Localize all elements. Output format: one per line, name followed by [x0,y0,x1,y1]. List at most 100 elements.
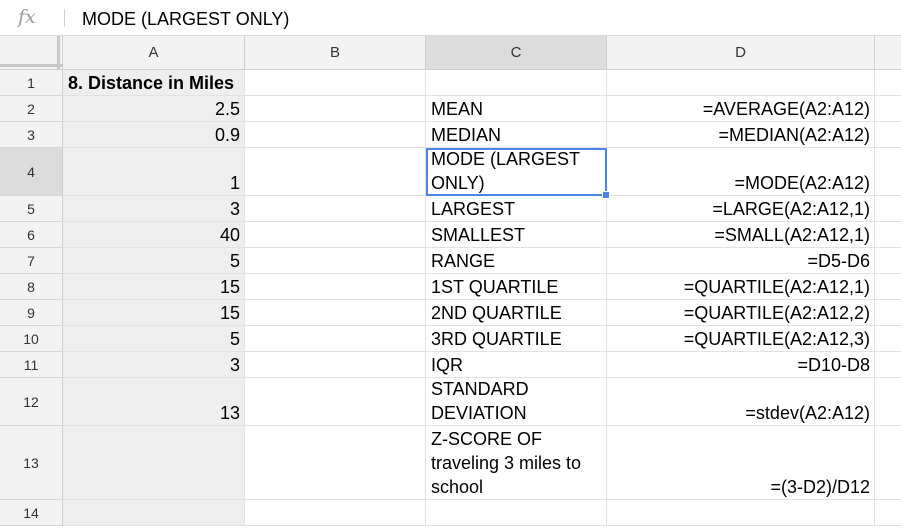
cell-b5[interactable] [245,196,426,222]
cell-d8[interactable]: =QUARTILE(A2:A12,1) [607,274,875,300]
cell-a13[interactable] [63,426,245,500]
cell-a10[interactable]: 5 [63,326,245,352]
row-header-14[interactable]: 14 [0,500,63,526]
cell-e11[interactable] [875,352,901,378]
cell-c4[interactable]: MODE (LARGEST ONLY) [426,148,607,196]
cell-a2[interactable]: 2.5 [63,96,245,122]
row-header-1[interactable]: 1 [0,70,63,96]
cell-e4[interactable] [875,148,901,196]
cell-d4[interactable]: =MODE(A2:A12) [607,148,875,196]
cell-d2[interactable]: =AVERAGE(A2:A12) [607,96,875,122]
cell-d3[interactable]: =MEDIAN(A2:A12) [607,122,875,148]
row-header-5[interactable]: 5 [0,196,63,222]
cell-e5[interactable] [875,196,901,222]
row-header-11[interactable]: 11 [0,352,63,378]
column-header-b[interactable]: B [245,36,426,70]
cell-a8[interactable]: 15 [63,274,245,300]
cell-e3[interactable] [875,122,901,148]
cell-a12[interactable]: 13 [63,378,245,426]
cell-b6[interactable] [245,222,426,248]
cell-c9[interactable]: 2ND QUARTILE [426,300,607,326]
row-header-3[interactable]: 3 [0,122,63,148]
row-header-7[interactable]: 7 [0,248,63,274]
cell-c6[interactable]: SMALLEST [426,222,607,248]
cell-c11[interactable]: IQR [426,352,607,378]
cell-c13-value: Z-SCORE OF traveling 3 miles to school [431,429,582,497]
cell-e12[interactable] [875,378,901,426]
column-header-a[interactable]: A [63,36,245,70]
column-header-e[interactable] [875,36,901,70]
cell-e1[interactable] [875,70,901,96]
cell-d7[interactable]: =D5-D6 [607,248,875,274]
cell-d9[interactable]: =QUARTILE(A2:A12,2) [607,300,875,326]
cell-b8[interactable] [245,274,426,300]
cell-a1[interactable]: 8. Distance in Miles [63,70,245,96]
cell-a7[interactable]: 5 [63,248,245,274]
cell-b4[interactable] [245,148,426,196]
cell-d9-value: =QUARTILE(A2:A12,2) [683,303,870,323]
cell-c13[interactable]: Z-SCORE OF traveling 3 miles to school [426,426,607,500]
cell-d1[interactable] [607,70,875,96]
cell-b1[interactable] [245,70,426,96]
cell-a9[interactable]: 15 [63,300,245,326]
cell-e7[interactable] [875,248,901,274]
cell-d10[interactable]: =QUARTILE(A2:A12,3) [607,326,875,352]
cell-e6[interactable] [875,222,901,248]
cell-a4[interactable]: 1 [63,148,245,196]
row-header-9[interactable]: 9 [0,300,63,326]
cell-d12[interactable]: =stdev(A2:A12) [607,378,875,426]
cell-a14[interactable] [63,500,245,526]
cell-b12[interactable] [245,378,426,426]
cell-b13[interactable] [245,426,426,500]
cell-b10[interactable] [245,326,426,352]
row-header-8[interactable]: 8 [0,274,63,300]
fill-handle[interactable] [602,191,610,199]
column-header-c[interactable]: C [426,36,607,70]
cell-c3[interactable]: MEDIAN [426,122,607,148]
row-header-6[interactable]: 6 [0,222,63,248]
cell-b9[interactable] [245,300,426,326]
cell-d3-value: =MEDIAN(A2:A12) [718,125,870,145]
formula-input[interactable]: MODE (LARGEST ONLY) [82,9,289,30]
cell-b2[interactable] [245,96,426,122]
cell-b14[interactable] [245,500,426,526]
cell-c10[interactable]: 3RD QUARTILE [426,326,607,352]
cell-d13[interactable]: =(3-D2)/D12 [607,426,875,500]
cell-c2[interactable]: MEAN [426,96,607,122]
cell-e2[interactable] [875,96,901,122]
cell-a5[interactable]: 3 [63,196,245,222]
cell-b3[interactable] [245,122,426,148]
fx-icon: fx [18,6,36,28]
cell-c10-value: 3RD QUARTILE [431,329,562,349]
row-header-10[interactable]: 10 [0,326,63,352]
cell-d6[interactable]: =SMALL(A2:A12,1) [607,222,875,248]
frozen-column-handle[interactable] [57,36,60,70]
cell-b7[interactable] [245,248,426,274]
cell-a3[interactable]: 0.9 [63,122,245,148]
row-header-4[interactable]: 4 [0,148,63,196]
cell-d5[interactable]: =LARGE(A2:A12,1) [607,196,875,222]
cell-e13[interactable] [875,426,901,500]
select-all-corner[interactable] [0,36,63,70]
cell-a11[interactable]: 3 [63,352,245,378]
cell-a6[interactable]: 40 [63,222,245,248]
column-header-d[interactable]: D [607,36,875,70]
cell-c14[interactable] [426,500,607,526]
cell-c12[interactable]: STANDARD DEVIATION [426,378,607,426]
cell-e9[interactable] [875,300,901,326]
cell-c8[interactable]: 1ST QUARTILE [426,274,607,300]
row-header-2[interactable]: 2 [0,96,63,122]
cell-c1[interactable] [426,70,607,96]
row-header-13[interactable]: 13 [0,426,63,500]
row-header-12[interactable]: 12 [0,378,63,426]
cell-a7-value: 5 [229,251,240,271]
cell-e14[interactable] [875,500,901,526]
cell-c5[interactable]: LARGEST [426,196,607,222]
cell-d14[interactable] [607,500,875,526]
cell-d11[interactable]: =D10-D8 [607,352,875,378]
cell-b11[interactable] [245,352,426,378]
frozen-row-handle[interactable] [0,64,63,67]
cell-c7[interactable]: RANGE [426,248,607,274]
cell-e8[interactable] [875,274,901,300]
cell-e10[interactable] [875,326,901,352]
